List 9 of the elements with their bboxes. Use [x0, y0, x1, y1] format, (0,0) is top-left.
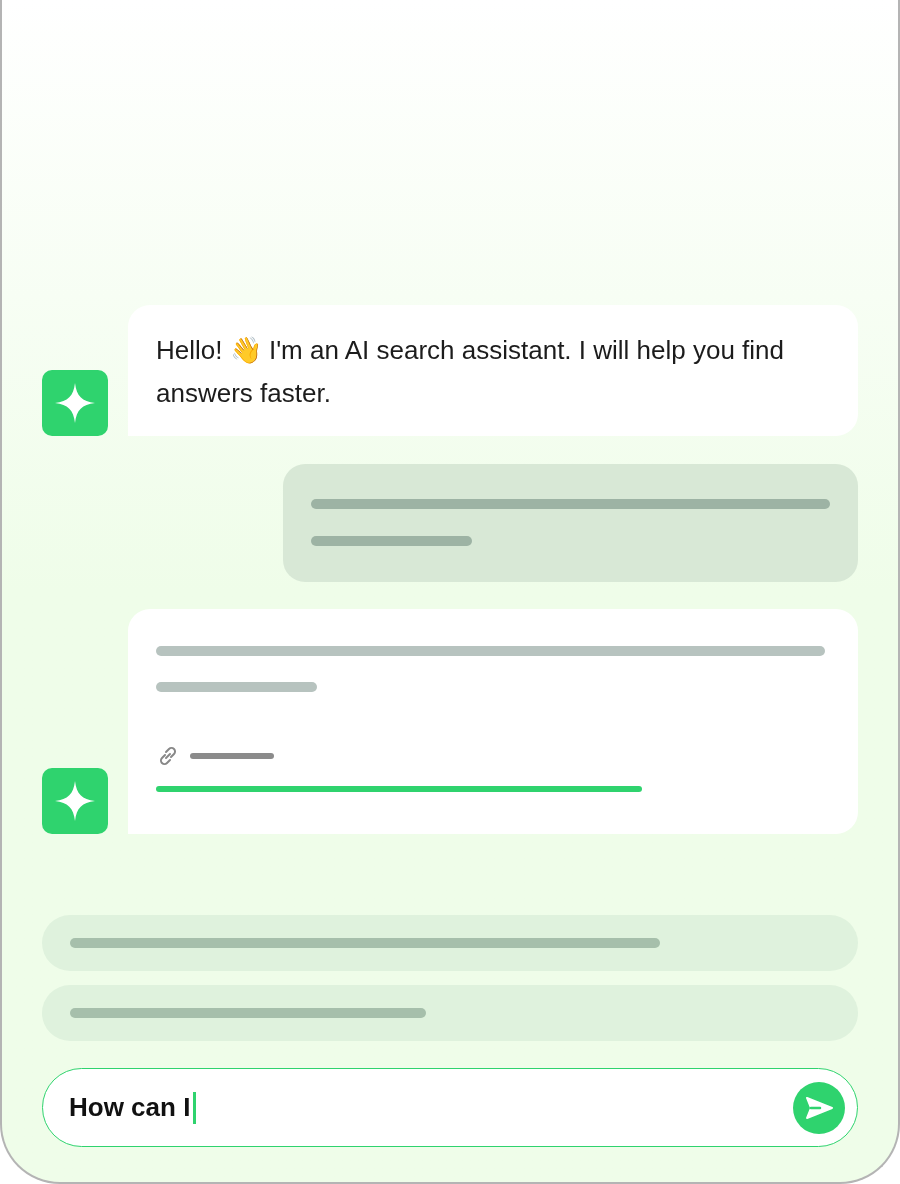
send-icon: [805, 1095, 833, 1120]
suggestion-chip[interactable]: [42, 985, 858, 1041]
assistant-message: Hello! 👋 I'm an AI search assistant. I will help you find answers faster.: [128, 305, 858, 436]
sparkle-icon: [55, 383, 95, 423]
send-button[interactable]: [793, 1081, 845, 1134]
suggestion-chip[interactable]: [42, 915, 858, 971]
text-caret: [193, 1091, 197, 1124]
message-field[interactable]: How can I: [42, 1068, 858, 1147]
sparkle-icon: [55, 781, 95, 821]
